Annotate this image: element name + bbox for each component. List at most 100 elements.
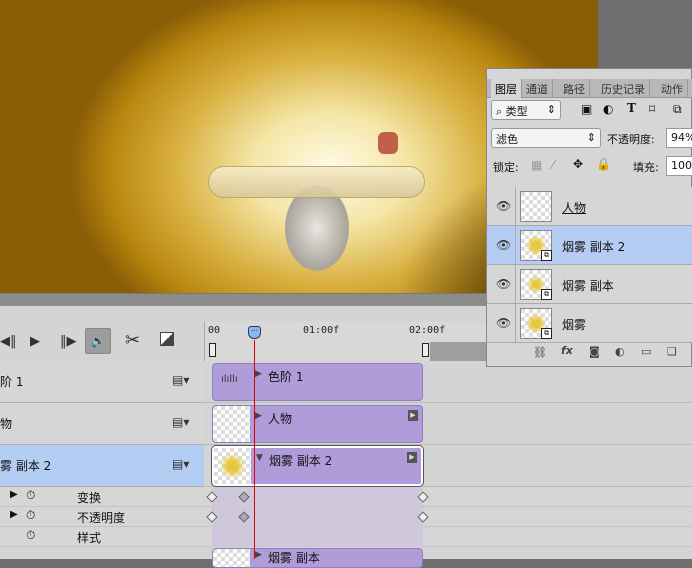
film-menu-icon[interactable]: ▤▾: [172, 373, 189, 387]
clip-thumbnail: [214, 448, 251, 484]
property-row[interactable]: ⏱ 样式: [0, 527, 692, 547]
playhead-line: [254, 340, 255, 559]
adjustment-filter-icon[interactable]: ◐: [603, 102, 613, 116]
layers-toolbar: ⛓ fx ◙ ◐ ▭ ❏: [487, 343, 692, 363]
expand-icon[interactable]: ▶: [10, 509, 18, 520]
next-frame-icon[interactable]: ‖▶: [60, 334, 77, 349]
scissors-icon[interactable]: ✂: [125, 330, 140, 351]
tab-paths[interactable]: 路径: [559, 79, 590, 98]
layer-thumbnail: ⧉: [520, 308, 552, 339]
clip[interactable]: ılıllı ▶ 色阶 1: [212, 363, 423, 401]
smart-object-icon: ⧉: [541, 289, 552, 300]
layer-thumbnail: ⧉: [520, 269, 552, 300]
play-icon[interactable]: ▶: [30, 334, 40, 349]
track-header[interactable]: 雾 副本 2 ▤▾: [0, 445, 204, 487]
opacity-label: 不透明度:: [607, 133, 655, 146]
clip[interactable]: ▼ 烟雾 副本 2 ▶: [211, 445, 424, 487]
link-icon[interactable]: ⛓: [533, 346, 547, 359]
work-area-start-handle[interactable]: [209, 343, 216, 357]
audio-button[interactable]: 🔈: [85, 328, 111, 354]
layer-row[interactable]: 👁 ⧉ 烟雾 副本 2: [487, 226, 692, 265]
smart-object-icon: ⧉: [541, 328, 552, 339]
lock-label: 锁定:: [493, 161, 519, 174]
clip-name: 烟雾 副本 2: [269, 454, 333, 468]
eye-icon[interactable]: 👁: [496, 238, 511, 252]
filter-kind-select[interactable]: ⌕ 类型 ⇕: [491, 100, 561, 120]
ruler-label: 02:00f: [409, 325, 446, 336]
transition-icon[interactable]: [160, 332, 174, 346]
clip-name: 烟雾 副本: [268, 551, 320, 565]
clip-menu-icon[interactable]: ▶: [407, 452, 417, 463]
opacity-input[interactable]: 94%: [666, 128, 692, 148]
new-layer-icon[interactable]: ❏: [667, 345, 677, 358]
work-area-end-handle[interactable]: [422, 343, 429, 357]
type-filter-icon[interactable]: T: [627, 101, 636, 115]
lock-position-icon[interactable]: ✥: [573, 157, 583, 171]
tab-layers[interactable]: 图层: [491, 79, 522, 98]
image-filter-icon[interactable]: ▣: [581, 102, 592, 116]
property-row[interactable]: ▶ ⏱ 不透明度: [0, 507, 692, 527]
clip-thumbnail: [213, 406, 250, 442]
collapse-icon[interactable]: ▼: [256, 453, 263, 463]
smart-object-filter-icon[interactable]: ⧉: [673, 102, 682, 117]
expand-icon[interactable]: ▶: [255, 411, 262, 421]
layer-name: 烟雾: [562, 318, 587, 332]
property-name: 不透明度: [77, 511, 126, 525]
film-menu-icon[interactable]: ▤▾: [172, 457, 189, 471]
layer-row[interactable]: 👁 人物: [487, 187, 692, 226]
fill-label: 填充:: [633, 161, 659, 174]
clip-name: 人物: [268, 412, 293, 426]
track-header[interactable]: 物 ▤▾: [0, 403, 204, 445]
lock-all-icon[interactable]: 🔒: [596, 157, 611, 171]
expand-icon[interactable]: ▶: [10, 489, 18, 500]
shape-filter-icon[interactable]: ⌑: [649, 102, 655, 116]
fill-input[interactable]: 100%: [666, 156, 692, 176]
clip-name: 色阶 1: [268, 370, 304, 384]
prev-frame-icon[interactable]: ◀‖: [0, 334, 17, 349]
layer-name: 烟雾 副本: [562, 279, 614, 293]
blend-mode-select[interactable]: 滤色 ⇕: [491, 128, 601, 148]
track-name: 雾 副本 2: [0, 459, 52, 473]
blend-mode-value: 滤色: [496, 133, 518, 146]
track-header[interactable]: 阶 1 ▤▾: [0, 361, 204, 403]
ruler-label: 01:00f: [303, 325, 340, 336]
stopwatch-icon[interactable]: ⏱: [26, 488, 35, 503]
layer-thumbnail: ⧉: [520, 230, 552, 261]
adjustment-layer-icon[interactable]: ◐: [615, 345, 625, 358]
mask-icon[interactable]: ◙: [589, 345, 600, 358]
clip-thumbnail: [213, 549, 250, 567]
layer-thumbnail: [520, 191, 552, 222]
clip[interactable]: ▶ 人物 ▶: [212, 405, 423, 443]
tab-actions[interactable]: 动作: [657, 79, 688, 98]
clip-menu-icon[interactable]: ▶: [408, 410, 418, 421]
layer-name: 人物: [562, 201, 587, 215]
eye-icon[interactable]: 👁: [496, 199, 511, 213]
playhead-handle[interactable]: ···: [248, 326, 261, 339]
stopwatch-icon[interactable]: ⏱: [26, 508, 35, 523]
tab-channels[interactable]: 通道: [522, 79, 553, 98]
fx-icon[interactable]: fx: [561, 344, 573, 357]
lock-transparency-icon[interactable]: ▦: [531, 158, 542, 172]
track-name: 物: [0, 417, 13, 431]
film-menu-icon[interactable]: ▤▾: [172, 415, 189, 429]
eye-icon[interactable]: 👁: [496, 277, 511, 291]
property-row[interactable]: ▶ ⏱ 变换: [0, 487, 692, 507]
layer-name: 烟雾 副本 2: [562, 240, 626, 254]
levels-icon: ılıllı: [221, 374, 238, 385]
layer-row[interactable]: 👁 ⧉ 烟雾 副本: [487, 265, 692, 304]
layers-panel: 图层 通道 路径 历史记录 动作 ⌕ 类型 ⇕ ▣ ◐ T ⌑ ⧉ 滤色 ⇕ 不透明…: [486, 68, 692, 367]
clip[interactable]: ▶ 烟雾 副本: [212, 548, 423, 568]
smart-object-icon: ⧉: [541, 250, 552, 261]
track-name: 阶 1: [0, 375, 24, 389]
rounded-shape: [208, 166, 425, 198]
lock-paint-icon[interactable]: ⁄: [552, 158, 554, 172]
stopwatch-icon[interactable]: ⏱: [26, 528, 35, 543]
panel-tabs: 图层 通道 路径 历史记录 动作: [487, 79, 692, 98]
expand-icon[interactable]: ▶: [255, 369, 262, 379]
eye-icon[interactable]: 👁: [496, 316, 511, 330]
layer-row[interactable]: 👁 ⧉ 烟雾: [487, 304, 692, 343]
folder-icon[interactable]: ▭: [641, 345, 651, 358]
property-name: 变换: [77, 491, 102, 505]
tab-history[interactable]: 历史记录: [597, 79, 650, 98]
search-icon: ⌕: [496, 105, 506, 118]
